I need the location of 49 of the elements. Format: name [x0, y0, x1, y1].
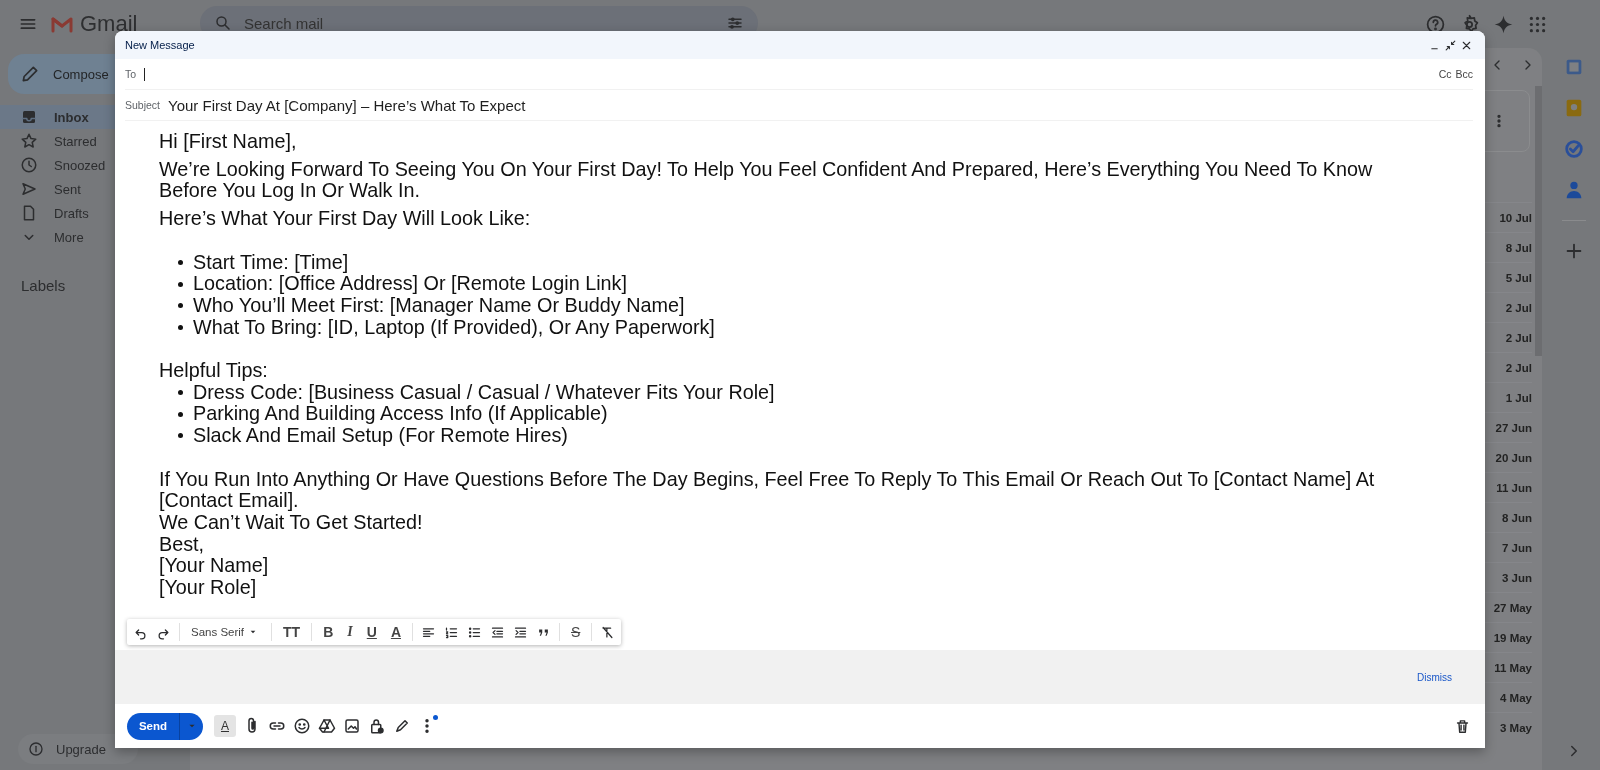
- bold-button[interactable]: B: [320, 621, 337, 643]
- email-date: 3 May: [1500, 721, 1532, 734]
- email-date: 2 Jul: [1505, 331, 1532, 344]
- list-item: Start Time: [Time]: [193, 251, 349, 274]
- body-text: [Your Role]: [159, 576, 257, 598]
- email-date: 11 Jun: [1496, 481, 1532, 494]
- text-color-button[interactable]: A: [387, 621, 404, 643]
- subject-field[interactable]: Subject Your First Day At [Company] – Here’s What To Expect: [125, 90, 1473, 121]
- list-item: Who You’ll Meet First: [Manager Name Or Buddy Name]: [193, 294, 685, 317]
- cc-link[interactable]: Cc: [1438, 68, 1452, 80]
- list-item: Parking And Building Access Info (If Applicable): [193, 403, 608, 426]
- email-date: 7 Jun: [1501, 541, 1532, 554]
- email-date: 20 Jun: [1495, 451, 1532, 464]
- list-item: Dress Code: [Business Casual / Casual / Whatever Fits Your Role]: [193, 381, 775, 404]
- body-text: We’re Looking Forward To Seeing You On Your First Day! To Help You Feel Confident And Prepared, Here’s Everything You Need To Know Before You Log In Or Walk In.: [159, 157, 1373, 202]
- email-date: 8 Jul: [1505, 241, 1532, 254]
- email-date: 10 Jul: [1499, 211, 1532, 224]
- labels-heading: Labels: [21, 277, 66, 294]
- list-item: Slack And Email Setup (For Remote Hires): [193, 425, 568, 447]
- email-date: 27 May: [1493, 601, 1532, 614]
- bcc-link[interactable]: Bcc: [1455, 68, 1473, 80]
- body-text: We Can’t Wait To Get Started!: [159, 510, 423, 533]
- font-dropdown[interactable]: Sans Serif: [188, 621, 264, 643]
- email-date: 2 Jul: [1505, 301, 1532, 314]
- body-text: [Your Name]: [159, 554, 269, 577]
- strikethrough-button[interactable]: S: [568, 621, 584, 643]
- email-date: 3 Jun: [1501, 571, 1532, 584]
- italic-button[interactable]: I: [344, 621, 356, 643]
- dismiss-link[interactable]: Dismiss: [1417, 671, 1452, 683]
- email-date: 27 Jun: [1495, 421, 1532, 434]
- list-item: What To Bring: [ID, Laptop (If Provided), Or Any Paperwork]: [193, 316, 715, 339]
- email-date: 2 Jul: [1505, 361, 1532, 374]
- body-text: Hi [First Name],: [159, 130, 297, 152]
- email-date: 8 Jun: [1501, 511, 1532, 524]
- email-date: 11 May: [1494, 661, 1532, 674]
- underline-button[interactable]: U: [363, 621, 380, 643]
- body-text: Best,: [159, 532, 205, 555]
- email-date: 19 May: [1493, 631, 1532, 644]
- text-size-button[interactable]: TT: [280, 621, 304, 643]
- email-date: 1 Jul: [1505, 391, 1532, 404]
- email-date: 5 Jul: [1505, 271, 1532, 284]
- email-date: 4 May: [1500, 691, 1532, 704]
- app-name: Gmail: [80, 11, 138, 37]
- list-item: Location: [Office Address] Or [Remote Login Link]: [193, 273, 627, 295]
- formatting-options-button[interactable]: A: [214, 715, 236, 737]
- body-text: Helpful Tips:: [159, 359, 268, 381]
- window-title: New Message: [125, 39, 196, 51]
- to-field[interactable]: To Cc Bcc: [125, 59, 1473, 90]
- body-text: If You Run Into Anything Or Have Questions Before The Day Begins, Feel Free To Reply To This Email Or Reach Out To [Contact Name] At [Contact Email].: [159, 467, 1375, 512]
